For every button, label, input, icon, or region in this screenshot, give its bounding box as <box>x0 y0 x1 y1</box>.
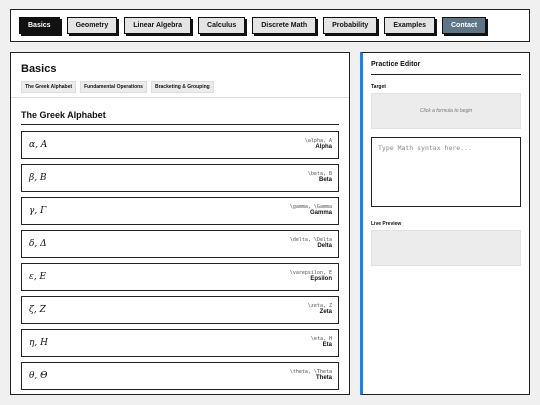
editor-title: Practice Editor <box>371 61 521 75</box>
formula-name: Eta <box>322 342 332 349</box>
live-preview-box <box>371 230 521 266</box>
formula-render: α, A <box>29 140 48 150</box>
formula-name: Zeta <box>319 309 332 316</box>
formula-card[interactable]: ε, E \varepsilon, E Epsilon <box>21 263 339 291</box>
main-panel: Basics The Greek Alphabet Fundamental Op… <box>10 52 350 395</box>
formula-card[interactable]: β, B \beta, B Beta <box>21 164 339 192</box>
practice-editor-panel: Practice Editor Target Click a formula t… <box>360 52 530 395</box>
page-title: Basics <box>21 63 57 75</box>
formula-card[interactable]: α, A \alpha, A Alpha <box>21 131 339 159</box>
formula-render: ζ, Z <box>29 305 46 315</box>
nav-examples[interactable]: Examples <box>384 17 435 34</box>
formula-name: Theta <box>315 375 332 382</box>
formula-render: β, B <box>29 173 47 183</box>
formula-render: η, H <box>29 338 48 348</box>
formula-card[interactable]: ζ, Z \zeta, Z Zeta <box>21 296 339 324</box>
target-placeholder: Click a formula to begin <box>419 108 473 114</box>
nav-basics[interactable]: Basics <box>19 17 60 34</box>
math-syntax-input[interactable] <box>371 137 521 207</box>
target-box[interactable]: Click a formula to begin <box>371 93 521 129</box>
formula-render: δ, Δ <box>29 239 47 249</box>
nav-probability[interactable]: Probability <box>323 17 378 34</box>
formula-render: ε, E <box>29 272 47 282</box>
nav-linear-algebra[interactable]: Linear Algebra <box>124 17 192 34</box>
formula-name: Epsilon <box>310 276 332 283</box>
top-nav: Basics Geometry Linear Algebra Calculus … <box>10 9 530 42</box>
formula-name: Beta <box>318 177 332 184</box>
formula-card[interactable]: η, H \eta, H Eta <box>21 329 339 357</box>
formula-render: γ, Γ <box>29 206 47 216</box>
subnav-greek-alphabet[interactable]: The Greek Alphabet <box>21 81 77 93</box>
formula-card[interactable]: δ, Δ \delta, \Delta Delta <box>21 230 339 258</box>
section-title: The Greek Alphabet <box>21 110 339 125</box>
subnav-bracketing-grouping[interactable]: Bracketing & Grouping <box>150 81 214 93</box>
formula-card[interactable]: θ, Θ \theta, \Theta Theta <box>21 362 339 390</box>
nav-geometry[interactable]: Geometry <box>66 17 118 34</box>
formula-name: Alpha <box>315 144 332 151</box>
main-header: Basics The Greek Alphabet Fundamental Op… <box>11 53 349 98</box>
nav-discrete-math[interactable]: Discrete Math <box>252 17 317 34</box>
nav-contact[interactable]: Contact <box>442 17 487 34</box>
subnav-fundamental-operations[interactable]: Fundamental Operations <box>80 81 147 93</box>
target-label: Target <box>371 84 386 90</box>
formula-card-list: α, A \alpha, A Alpha β, B \beta, B Beta γ,… <box>21 131 339 390</box>
nav-calculus[interactable]: Calculus <box>198 17 246 34</box>
subsection-nav: The Greek Alphabet Fundamental Operation… <box>21 81 339 93</box>
preview-label: Live Preview <box>371 221 402 227</box>
formula-render: θ, Θ <box>29 371 48 381</box>
formula-name: Delta <box>317 243 332 250</box>
formula-name: Gamma <box>309 210 332 217</box>
formula-card[interactable]: γ, Γ \gamma, \Gamma Gamma <box>21 197 339 225</box>
